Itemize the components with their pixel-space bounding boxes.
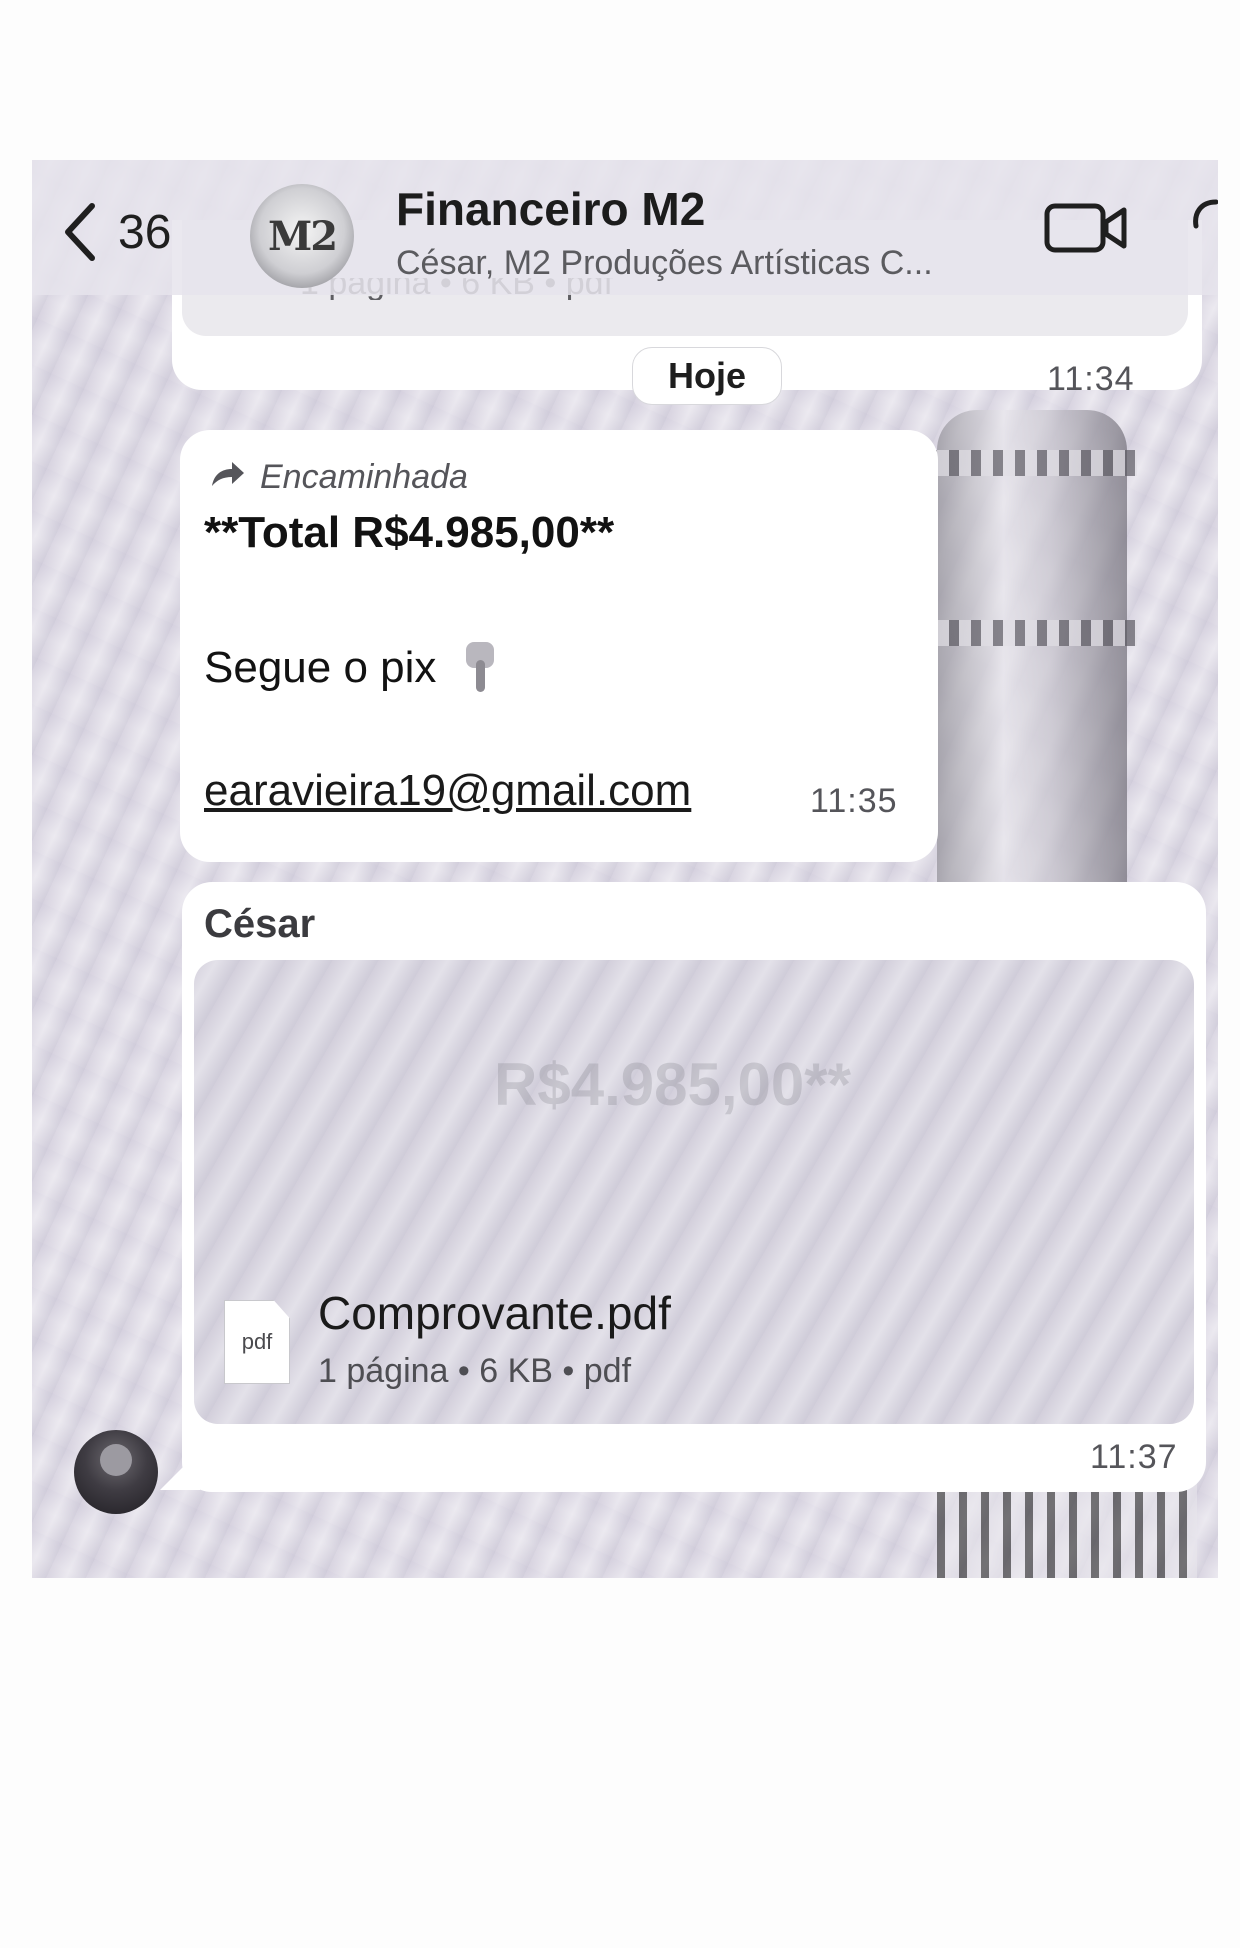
forwarded-text: Encaminhada: [260, 458, 468, 496]
chat-title[interactable]: Financeiro M2: [396, 182, 705, 236]
phone-icon: [1190, 199, 1218, 256]
forwarded-message-time: 11:35: [810, 782, 898, 820]
video-call-button[interactable]: [1044, 200, 1128, 261]
previous-message-time: 11:34: [1047, 360, 1135, 398]
document-preview-text: R$4.985,00**: [494, 1051, 851, 1118]
document-message-time: 11:37: [1090, 1438, 1178, 1476]
wallpaper-tower-band: [927, 620, 1137, 646]
document-filename: Comprovante.pdf: [318, 1287, 671, 1339]
chat-participants[interactable]: César, M2 Produções Artísticas C...: [396, 244, 933, 283]
sender-name[interactable]: César: [204, 902, 315, 947]
sender-avatar[interactable]: [74, 1430, 158, 1514]
chevron-left-icon: [62, 202, 96, 262]
pix-email-link[interactable]: earavieira19@gmail.com: [204, 766, 691, 816]
pointing-down-hand-icon: [462, 640, 498, 696]
forward-arrow-icon: [210, 458, 246, 497]
document-message-bubble: César R$4.985,00** pdf Comprovante.pdf 1…: [182, 882, 1206, 1492]
pdf-file-icon: pdf: [224, 1300, 290, 1384]
voice-call-button[interactable]: [1190, 196, 1218, 257]
unread-count: 36: [118, 205, 172, 259]
chat-header: 36 M2 Financeiro M2 César, M2 Produções …: [32, 160, 1218, 295]
wallpaper-tower-band: [927, 450, 1137, 476]
pix-text: Segue o pix: [204, 643, 437, 692]
group-avatar[interactable]: M2: [250, 184, 354, 288]
forwarded-label: Encaminhada: [210, 458, 468, 497]
pix-text-line: Segue o pix: [204, 640, 498, 696]
video-camera-icon: [1044, 203, 1128, 260]
scanned-page: 1 página • 6 KB • pdf 11:34 Hoje 36 M2 F…: [0, 0, 1240, 1948]
document-meta: 1 página • 6 KB • pdf: [318, 1352, 632, 1390]
day-separator: Hoje: [632, 347, 782, 405]
document-attachment[interactable]: R$4.985,00** pdf Comprovante.pdf 1 págin…: [194, 960, 1194, 1424]
chat-screenshot: 1 página • 6 KB • pdf 11:34 Hoje 36 M2 F…: [32, 160, 1218, 1578]
forwarded-message-bubble: Encaminhada **Total R$4.985,00** Segue o…: [180, 430, 938, 862]
total-amount-text: **Total R$4.985,00**: [204, 508, 615, 557]
back-button[interactable]: 36: [62, 202, 171, 262]
